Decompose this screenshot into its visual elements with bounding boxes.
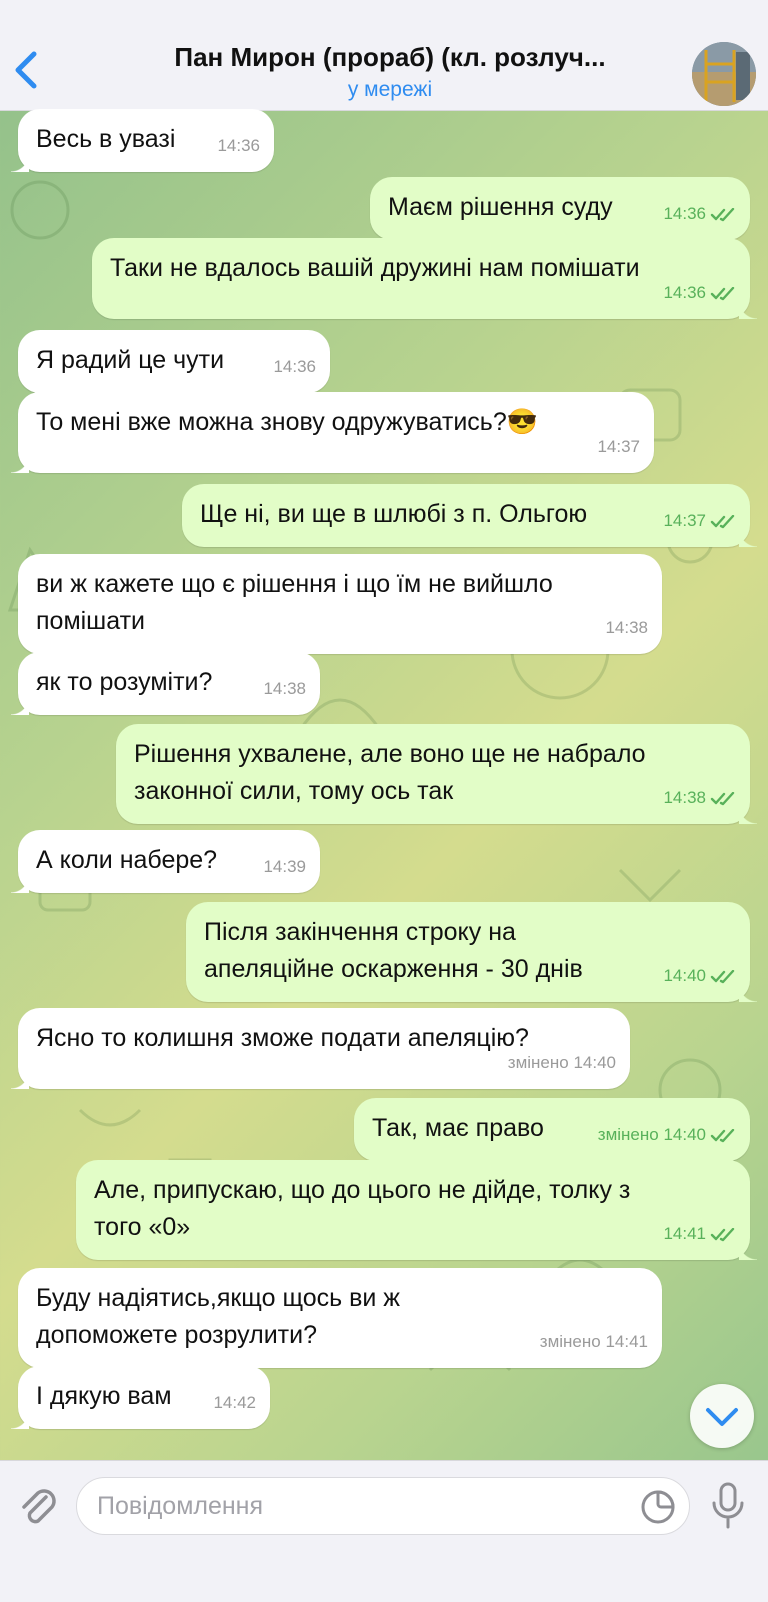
outgoing-message[interactable]: Рішення ухвалене, але воно ще не набрало… bbox=[116, 724, 757, 824]
message-text: Таки не вдалось вашій дружині нам поміша… bbox=[110, 254, 640, 282]
outgoing-message[interactable]: Ще ні, ви ще в шлюбі з п. Ольгою 14:37 bbox=[182, 484, 757, 547]
incoming-message[interactable]: То мені вже можна знову одружуватись?😎 14… bbox=[11, 392, 654, 473]
double-check-icon bbox=[706, 283, 736, 302]
outgoing-message[interactable]: Після закінчення строку на апеляційне ос… bbox=[186, 902, 757, 1002]
incoming-message[interactable]: Ясно то колишня зможе подати апеляцію? зм… bbox=[11, 1008, 630, 1089]
back-chevron-icon[interactable] bbox=[10, 48, 44, 92]
incoming-message[interactable]: І дякую вам 14:42 bbox=[11, 1366, 270, 1429]
message-text: А коли набере? bbox=[36, 846, 218, 874]
incoming-message[interactable]: ви ж кажете що є рішення і що їм не вийш… bbox=[18, 554, 662, 654]
outgoing-message[interactable]: Але, припускаю, що до цього не дійде, то… bbox=[76, 1160, 757, 1260]
message-time: 14:36 bbox=[663, 274, 736, 311]
message-time: 14:41 bbox=[663, 1215, 736, 1252]
message-text: Рішення ухвалене, але воно ще не набрало… bbox=[134, 740, 646, 805]
message-text: Але, припускаю, що до цього не дійде, то… bbox=[94, 1176, 631, 1241]
message-time: 14:37 bbox=[597, 437, 640, 456]
message-text: ви ж кажете що є рішення і що їм не вийш… bbox=[36, 570, 553, 635]
message-time: 14:36 bbox=[663, 195, 736, 232]
message-time: змінено 14:40 bbox=[507, 1053, 616, 1072]
message-time: 14:40 bbox=[663, 957, 736, 994]
message-text: То мені вже можна знову одружуватись?😎 bbox=[36, 408, 538, 436]
double-check-icon bbox=[706, 511, 736, 530]
incoming-message[interactable]: Весь в увазі 14:36 bbox=[11, 109, 274, 172]
mic-icon[interactable] bbox=[710, 1481, 746, 1531]
chevron-down-icon bbox=[706, 1408, 738, 1426]
message-text: Після закінчення строку на апеляційне ос… bbox=[204, 918, 583, 983]
message-text: Ще ні, ви ще в шлюбі з п. Ольгою bbox=[200, 500, 588, 528]
message-composer: Повідомлення bbox=[0, 1460, 768, 1602]
chat-header: Пан Мирон (прораб) (кл. розлуч... у мере… bbox=[0, 0, 768, 111]
outgoing-message[interactable]: Маєм рішення суду 14:36 bbox=[370, 177, 750, 240]
incoming-message[interactable]: як то розуміти? 14:38 bbox=[11, 652, 320, 715]
message-time: змінено 14:40 bbox=[598, 1116, 736, 1153]
double-check-icon bbox=[706, 204, 736, 223]
message-time: 14:38 bbox=[605, 618, 648, 637]
incoming-message[interactable]: Я радий це чути 14:36 bbox=[18, 330, 330, 393]
chat-title[interactable]: Пан Мирон (прораб) (кл. розлуч... bbox=[130, 42, 650, 73]
sticker-icon[interactable] bbox=[639, 1488, 677, 1526]
message-time: 14:42 bbox=[213, 1393, 256, 1412]
double-check-icon bbox=[706, 966, 736, 985]
message-input-placeholder: Повідомлення bbox=[97, 1492, 264, 1520]
message-time: 14:38 bbox=[263, 679, 306, 698]
outgoing-message[interactable]: Так, має право змінено 14:40 bbox=[354, 1098, 750, 1161]
scroll-down-button[interactable] bbox=[690, 1384, 754, 1448]
message-text: Я радий це чути bbox=[36, 346, 225, 374]
message-input[interactable]: Повідомлення bbox=[76, 1477, 690, 1535]
message-time: 14:36 bbox=[217, 136, 260, 155]
attach-icon[interactable] bbox=[16, 1485, 60, 1529]
online-status: у мережі bbox=[347, 78, 433, 101]
avatar[interactable] bbox=[692, 42, 756, 106]
message-time: 14:38 bbox=[663, 779, 736, 816]
double-check-icon bbox=[706, 1224, 736, 1243]
outgoing-message[interactable]: Таки не вдалось вашій дружині нам поміша… bbox=[92, 238, 757, 319]
message-time: 14:37 bbox=[663, 502, 736, 539]
message-time: 14:39 bbox=[263, 857, 306, 876]
message-text: як то розуміти? bbox=[36, 668, 213, 696]
double-check-icon bbox=[706, 788, 736, 807]
double-check-icon bbox=[706, 1125, 736, 1144]
message-time: змінено 14:41 bbox=[539, 1332, 648, 1351]
message-time: 14:36 bbox=[273, 357, 316, 376]
incoming-message[interactable]: А коли набере? 14:39 bbox=[11, 830, 320, 893]
incoming-message[interactable]: Буду надіятись,якщо щось ви ж допоможете… bbox=[18, 1268, 662, 1368]
